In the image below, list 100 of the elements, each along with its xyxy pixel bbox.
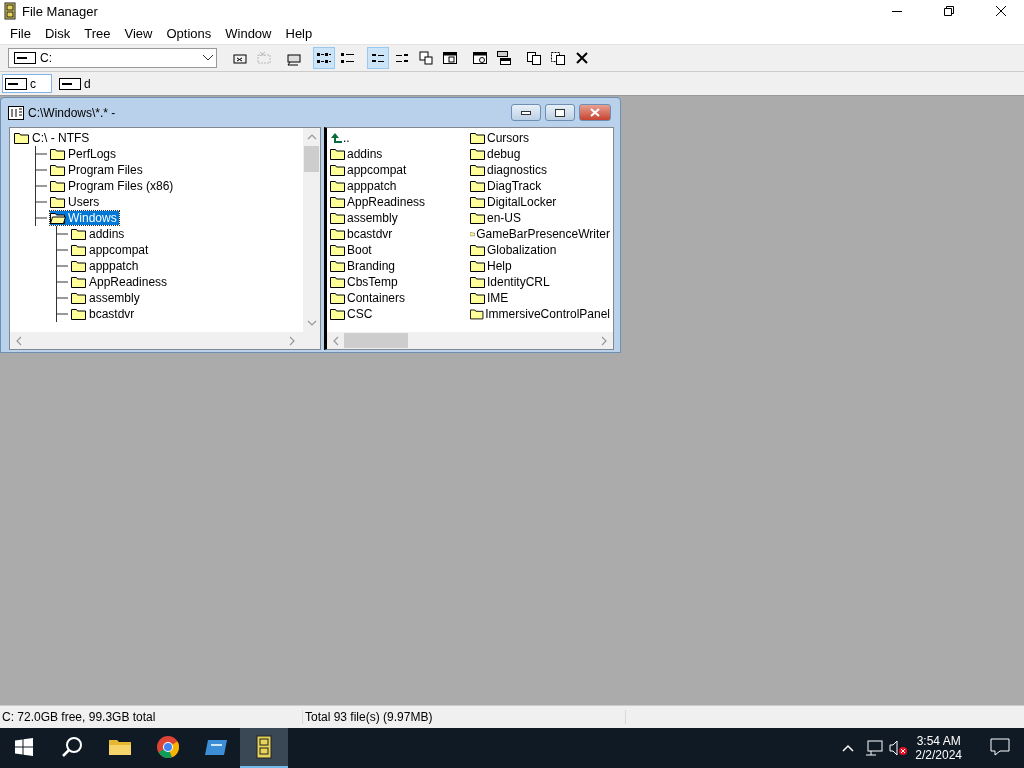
tree-branch-line xyxy=(35,162,47,178)
minimize-icon xyxy=(521,110,531,115)
folder-node[interactable]: Windows xyxy=(50,211,119,225)
folder-icon xyxy=(330,228,346,240)
directory-entry[interactable]: bcastdvr xyxy=(330,226,470,242)
drive-button[interactable]: d xyxy=(56,74,106,93)
menu-item[interactable]: View xyxy=(117,25,160,41)
vertical-scrollbar[interactable] xyxy=(303,128,320,332)
directory-entry[interactable]: debug xyxy=(470,146,610,162)
folder-node[interactable]: PerfLogs xyxy=(50,147,119,161)
maximize-icon xyxy=(555,108,565,117)
network-icon xyxy=(865,740,884,756)
window-card-icon xyxy=(204,737,228,757)
folder-node[interactable]: bcastdvr xyxy=(71,307,137,321)
folder-icon xyxy=(470,164,486,176)
directory-entry[interactable]: IME xyxy=(470,290,610,306)
folder-node[interactable]: Program Files xyxy=(50,163,145,177)
directory-entry[interactable]: ImmersiveControlPanel xyxy=(470,306,610,322)
directory-entry[interactable]: apppatch xyxy=(330,178,470,194)
directory-entry[interactable]: assembly xyxy=(330,210,470,226)
taskbar-app-button[interactable] xyxy=(240,728,288,768)
tree-branch-line xyxy=(56,258,68,274)
folder-icon xyxy=(330,276,346,288)
directory-entry[interactable]: GameBarPresenceWriter xyxy=(470,226,610,242)
folder-node[interactable]: appcompat xyxy=(71,243,151,257)
folder-icon xyxy=(71,308,87,320)
directory-entry[interactable]: Cursors xyxy=(470,130,610,146)
tree-branch-line xyxy=(56,290,68,306)
drive-dropdown[interactable]: C: xyxy=(8,48,217,68)
window-title: C:\Windows\*.* - xyxy=(28,105,117,120)
tree-branch-line xyxy=(56,306,68,322)
directory-entry[interactable]: appcompat xyxy=(330,162,470,178)
toolbar-button[interactable] xyxy=(313,47,335,69)
folder-icon xyxy=(470,196,486,208)
folder-icon xyxy=(330,260,346,272)
folder-icon xyxy=(470,244,486,256)
folder-node[interactable]: AppReadiness xyxy=(71,275,170,289)
folder-icon xyxy=(330,164,346,176)
folder-node[interactable]: Program Files (x86) xyxy=(50,179,176,193)
menu-item[interactable]: File xyxy=(3,25,38,41)
directory-entry[interactable]: addins xyxy=(330,146,470,162)
directory-entry[interactable]: Globalization xyxy=(470,242,610,258)
directory-entry[interactable]: AppReadiness xyxy=(330,194,470,210)
directory-entry[interactable]: en-US xyxy=(470,210,610,226)
clock-date: 2/2/2024 xyxy=(915,748,962,762)
tree-branch-line xyxy=(35,178,47,194)
directory-entry[interactable]: Containers xyxy=(330,290,470,306)
drive-button[interactable]: c xyxy=(2,74,52,93)
directory-entry[interactable]: .. xyxy=(330,130,470,146)
directory-entry[interactable]: CbsTemp xyxy=(330,274,470,290)
folder-node[interactable]: apppatch xyxy=(71,259,141,273)
horizontal-scrollbar[interactable] xyxy=(327,332,613,349)
minimize-button[interactable] xyxy=(511,104,541,121)
tree-branch-line xyxy=(56,242,68,258)
menu-item[interactable]: Help xyxy=(278,25,320,41)
window-title: File Manager xyxy=(22,3,99,19)
file-cabinet-icon xyxy=(254,735,274,759)
folder-icon xyxy=(50,196,66,208)
folder-icon xyxy=(71,276,87,288)
folder-icon xyxy=(71,292,87,304)
directory-entry[interactable]: DigitalLocker xyxy=(470,194,610,210)
folder-node[interactable]: assembly xyxy=(71,291,142,305)
tree-branch-line xyxy=(35,210,47,226)
scrollbar-thumb[interactable] xyxy=(344,333,408,348)
directory-entry[interactable]: DiagTrack xyxy=(470,178,610,194)
paste-icon xyxy=(550,50,566,66)
folder-icon xyxy=(71,228,87,240)
close-icon xyxy=(590,108,600,117)
folder-icon xyxy=(330,180,346,192)
directory-entry[interactable]: IdentityCRL xyxy=(470,274,610,290)
clock-time: 3:54 AM xyxy=(916,734,961,748)
folder-node[interactable]: Users xyxy=(50,195,102,209)
directory-entry[interactable]: Boot xyxy=(330,242,470,258)
directory-entry[interactable]: Branding xyxy=(330,258,470,274)
search-icon xyxy=(61,736,83,758)
folder-icon xyxy=(470,212,486,224)
status-text: Total 93 file(s) (9.97MB) xyxy=(303,710,626,724)
folder-icon xyxy=(470,148,486,160)
folder-node[interactable]: addins xyxy=(71,227,127,241)
sort-date-icon xyxy=(472,50,488,66)
menu-item[interactable]: Options xyxy=(159,25,219,41)
maximize-button[interactable] xyxy=(545,104,575,121)
windows-logo-icon xyxy=(15,738,33,756)
menu-item[interactable]: Disk xyxy=(37,25,78,41)
folder-icon xyxy=(470,180,486,192)
close-button[interactable] xyxy=(579,104,611,121)
folder-icon xyxy=(50,212,66,224)
folder-icon xyxy=(50,164,66,176)
copy-icon xyxy=(526,50,542,66)
status-text: C: 72.0GB free, 99.3GB total xyxy=(0,710,303,724)
disconnect-drive-icon xyxy=(256,50,272,66)
scrollbar-thumb[interactable] xyxy=(304,146,319,172)
folder-icon xyxy=(71,244,87,256)
menu-item[interactable]: Window xyxy=(218,25,279,41)
menu-item[interactable]: Tree xyxy=(77,25,118,41)
directory-entry[interactable]: diagnostics xyxy=(470,162,610,178)
directory-entry[interactable]: Help xyxy=(470,258,610,274)
directory-entry[interactable]: CSC xyxy=(330,306,470,322)
toolbar-button[interactable] xyxy=(367,47,389,69)
folder-node[interactable]: C:\ - NTFS xyxy=(14,131,92,145)
